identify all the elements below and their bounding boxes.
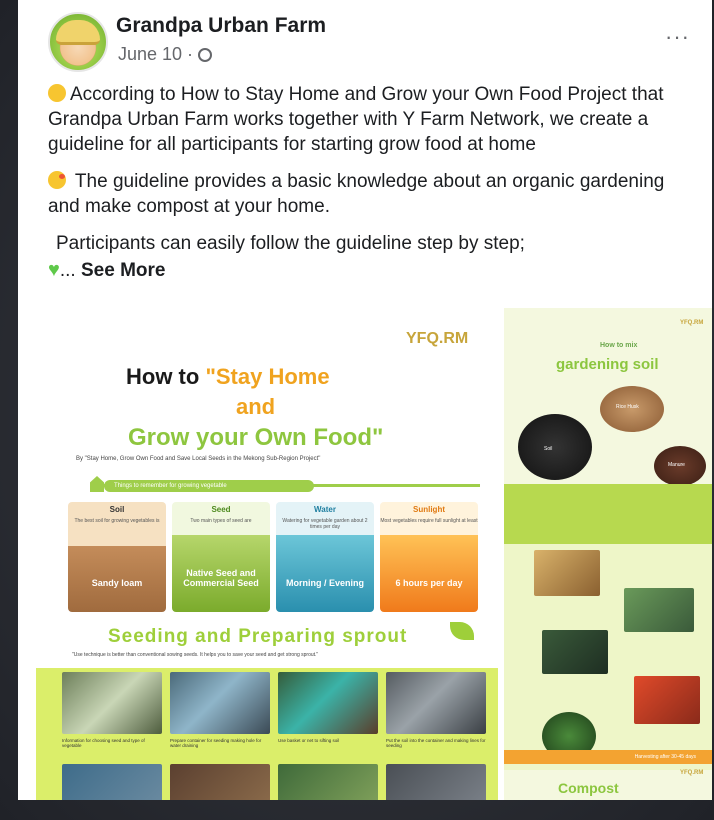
sunlight-title: Sunlight [413,505,445,514]
seeding-subtitle: "Use technique is better than convention… [72,652,319,658]
post-paragraph-1-text: According to How to Stay Home and Grow y… [48,84,664,155]
poster-main-image[interactable]: YFQ.RM How to "Stay Home and Grow your O… [36,308,502,800]
post-paragraph-3: Participants can easily follow the guide… [56,231,698,256]
side-compost-title: Compost [558,780,619,796]
side-how-label: How to mix [600,342,638,349]
leaf-icon [450,622,474,640]
post-header: Grandpa Urban Farm June 10 · ··· [18,0,712,80]
step-photo-7 [278,764,378,800]
seeding-title: Seeding and Preparing sprout [108,626,408,647]
side-title: gardening soil [556,356,659,373]
side-harvest-band: Harvesting after 30-45 days [504,750,712,764]
remember-columns: Soil The best soil for growing vegetable… [68,502,478,612]
poster-title-line2: and [236,394,276,419]
seed-title: Seed [211,505,231,514]
side-photo-4 [634,676,700,724]
soil-text: The best soil for growing vegetables is [74,518,160,524]
post-see-more-line: ♥... See More [48,258,698,283]
step-photo-3 [278,672,378,734]
house-icon [90,476,104,492]
step-photo-1 [62,672,162,734]
green-heart-icon: ♥ [48,259,60,281]
soil-label: Soil [544,446,553,452]
sunlight-text: Most vegetables require full sunlight at… [380,518,478,524]
poster-title-line1: How to "Stay Home [126,364,330,390]
globe-icon [198,48,213,62]
yfarm-logo-side-2: YFQ.RM [680,770,704,776]
post-paragraph-1: According to How to Stay Home and Grow y… [48,82,698,157]
kiss-emoji-icon [48,171,66,189]
seed-column: Seed Two main types of seed are Native S… [172,502,270,612]
side-green-band [504,484,712,544]
step-caption-4: Put the soil into the container and maki… [386,738,486,748]
post-meta: June 10 · [118,44,213,65]
see-more-link[interactable]: See More [81,260,165,281]
side-photo-3 [542,630,608,674]
hat-icon [56,20,100,45]
post-date[interactable]: June 10 · [118,44,198,64]
seed-text: Two main types of seed are [190,518,252,524]
seed-big: Native Seed and Commercial Seed [183,568,259,588]
poster-title-line3: Grow your Own Food" [128,424,384,451]
page-name[interactable]: Grandpa Urban Farm [116,14,326,38]
step-photo-5 [62,764,162,800]
post-images: YFQ.RM How to "Stay Home and Grow your O… [36,308,712,800]
water-title: Water [314,505,336,514]
water-big: Morning / Evening [286,578,364,588]
manure-label: Manure [668,462,685,468]
grinning-emoji-icon [48,84,66,102]
poster-subtitle: By "Stay Home, Grow Own Food and Save Lo… [76,456,321,462]
yfarm-logo: YFQ.RM [406,330,469,347]
sunlight-big: 6 hours per day [395,578,463,588]
step-photo-4 [386,672,486,734]
soil-title: Soil [109,505,125,514]
more-options-button[interactable]: ··· [665,24,690,50]
side-steps-area [504,544,712,770]
poster-side-image[interactable]: YFQ.RM How to mix gardening soil Rice Hu… [504,308,712,800]
post-paragraph-3-text: Participants can easily follow the guide… [56,233,525,254]
post-paragraph-2: The guideline provides a basic knowledge… [48,169,698,219]
water-text: Watering for vegetable garden about 2 ti… [282,518,368,530]
side-photo-1 [534,550,600,596]
step-photo-8 [386,764,486,800]
step-caption-1: Information for choosing seed and type o… [62,738,145,748]
rice-husk-label: Rice Husk [616,404,639,410]
post-paragraph-2-text: The guideline provides a basic knowledge… [48,171,665,217]
step-caption-3: Use basket or net to sifting soil [278,738,340,743]
soil-big: Sandy loam [91,578,143,588]
steps-band: Information for choosing seed and type o… [36,668,498,800]
water-column: Water Watering for vegetable garden abou… [276,502,374,612]
poster-title-stay-home: "Stay Home [205,364,330,389]
remember-bar: Things to remember for growing vegetable [70,476,480,494]
sunlight-column: Sunlight Most vegetables require full su… [380,502,478,612]
ellipsis: ... [59,260,81,281]
step-photo-2 [170,672,270,734]
remember-label: Things to remember for growing vegetable [104,480,314,492]
poster-title-how-to: How to [126,364,206,389]
step-photo-6 [170,764,270,800]
side-photo-2 [624,588,694,632]
page-avatar[interactable] [48,12,108,72]
post-card: Grandpa Urban Farm June 10 · ··· Accordi… [18,0,712,800]
soil-pile-image [518,414,592,480]
yfarm-logo-side: YFQ.RM [680,320,704,326]
step-caption-2: Prepare container for seeding making hol… [170,738,262,748]
soil-column: Soil The best soil for growing vegetable… [68,502,166,612]
post-body: According to How to Stay Home and Grow y… [48,82,698,283]
